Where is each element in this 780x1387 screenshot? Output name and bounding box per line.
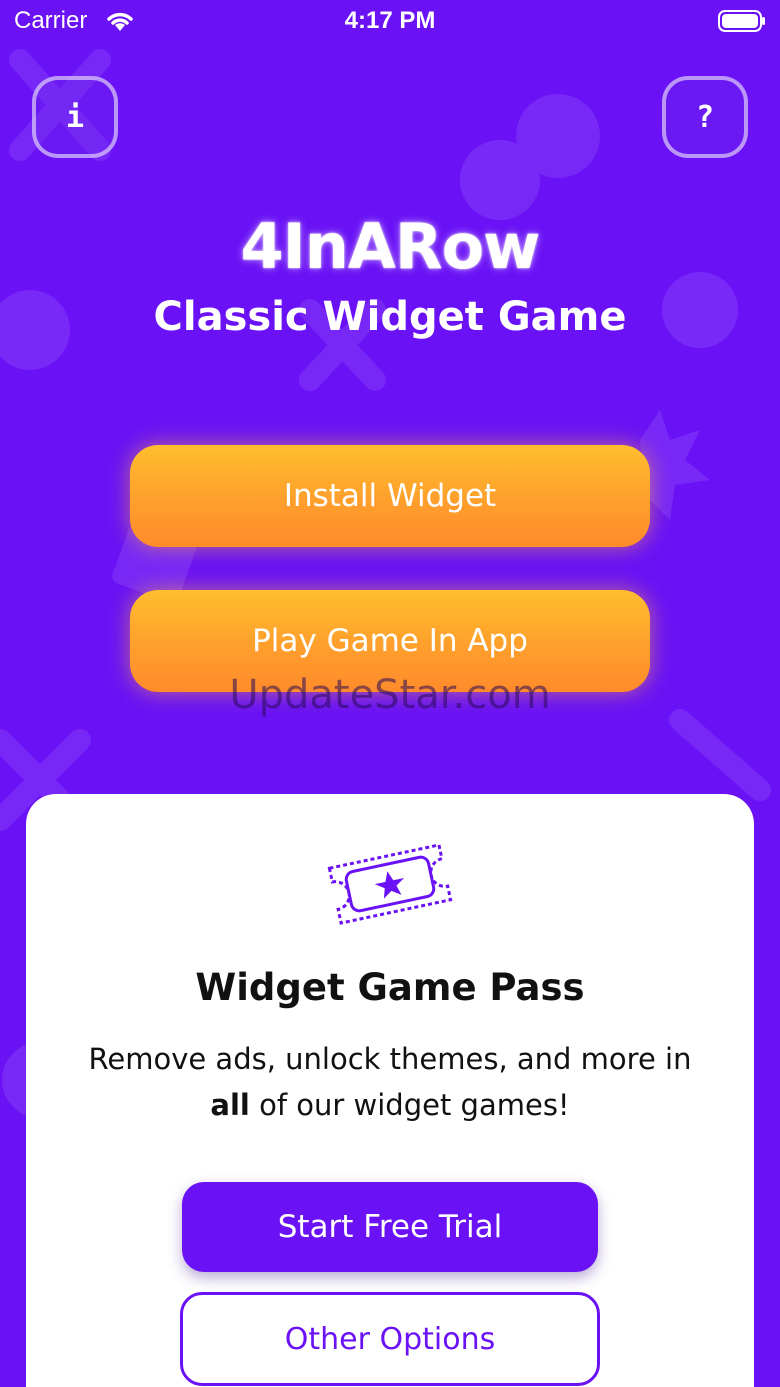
info-icon: i xyxy=(65,99,85,135)
pass-title: Widget Game Pass xyxy=(195,966,585,1009)
pass-description-bold: all xyxy=(210,1088,250,1122)
pass-description-rest: of our widget games! xyxy=(249,1088,570,1122)
status-time: 4:17 PM xyxy=(344,7,436,34)
install-widget-button[interactable]: Install Widget xyxy=(130,445,650,547)
pass-description: Remove ads, unlock themes, and more in a… xyxy=(46,1036,734,1128)
other-options-button[interactable]: Other Options xyxy=(180,1292,600,1386)
start-free-trial-button[interactable]: Start Free Trial xyxy=(182,1182,598,1272)
game-pass-card: Widget Game Pass Remove ads, unlock them… xyxy=(26,794,754,1387)
status-bar: Carrier 4:17 PM xyxy=(0,0,780,44)
app-subtitle: Classic Widget Game xyxy=(153,294,627,340)
battery-icon xyxy=(718,10,765,32)
question-icon: ? xyxy=(695,99,715,135)
help-button[interactable]: ? xyxy=(662,76,748,158)
watermark: UpdateStar.com xyxy=(229,672,551,718)
info-button[interactable]: i xyxy=(32,76,118,158)
app-screen: Carrier 4:17 PM i ? 4InARow Classic Widg… xyxy=(0,0,780,1387)
ticket-star-icon xyxy=(327,843,453,925)
pass-description-line1: Remove ads, unlock themes, and more in xyxy=(88,1042,692,1076)
app-title: 4InARow xyxy=(240,210,541,283)
